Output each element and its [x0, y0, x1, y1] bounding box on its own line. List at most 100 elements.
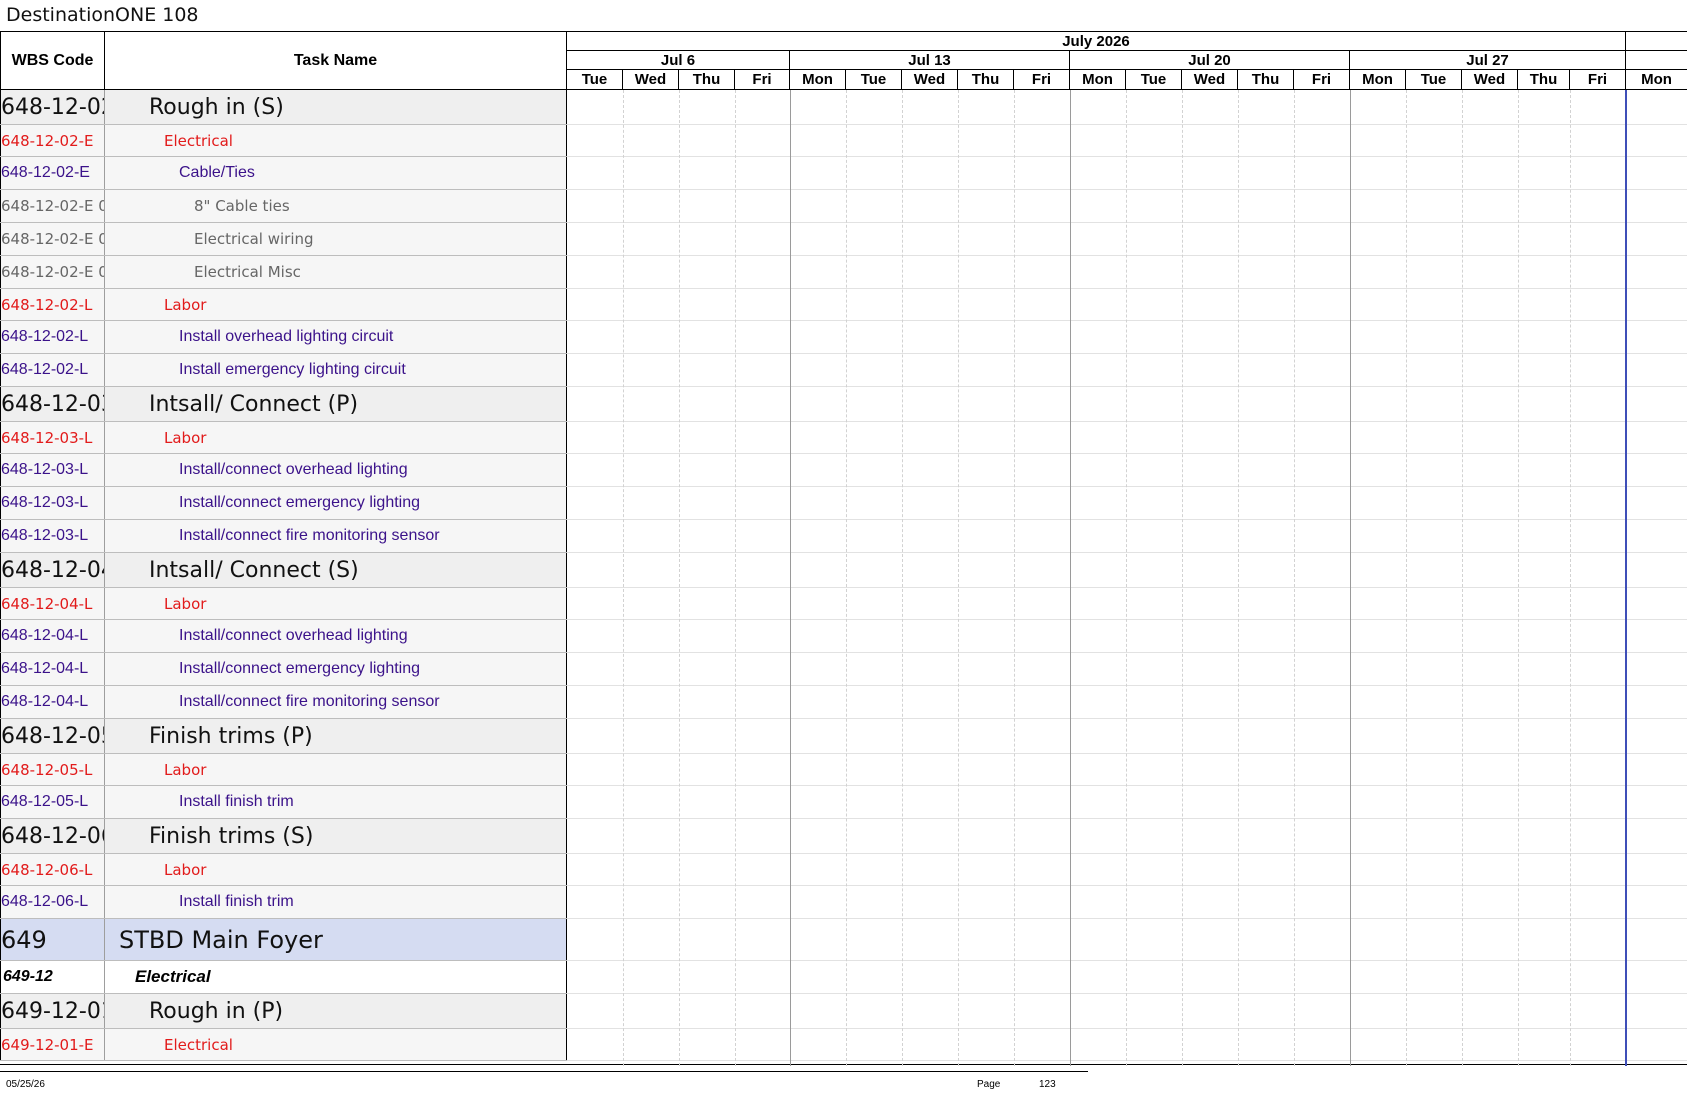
task-name-cell[interactable]: Install/connect fire monitoring sensor [105, 686, 567, 718]
wbs-code-cell[interactable]: 648-12-04 [0, 553, 105, 587]
day-label: Thu [958, 70, 1014, 89]
task-name-cell[interactable]: Finish trims (P) [105, 719, 567, 753]
task-name-cell[interactable]: Install overhead lighting circuit [105, 321, 567, 353]
task-name-cell[interactable]: Install finish trim [105, 886, 567, 918]
task-name-cell[interactable]: Labor [105, 854, 567, 885]
wbs-code-cell[interactable]: 649-12-01-E [0, 1029, 105, 1060]
task-name-cell[interactable]: STBD Main Foyer [105, 919, 567, 960]
task-name-cell[interactable]: Finish trims (S) [105, 819, 567, 853]
timescale-week-tier: Jul 6 Jul 13 Jul 20 Jul 27 [567, 51, 1687, 70]
task-row[interactable]: 648-12-05 Finish trims (P) [0, 719, 567, 754]
wbs-code-cell[interactable]: 648-12-02-L [0, 321, 105, 353]
task-row[interactable]: 648-12-02-L Install emergency lighting ci… [0, 354, 567, 387]
task-name-cell[interactable]: Intsall/ Connect (S) [105, 553, 567, 587]
task-row[interactable]: 648-12-02-L Labor [0, 289, 567, 321]
wbs-code-cell[interactable]: 648-12-03-L [0, 487, 105, 519]
task-row[interactable]: 648-12-03-L Labor [0, 422, 567, 454]
wbs-code-cell[interactable]: 648-12-02 [0, 90, 105, 124]
wbs-code-cell[interactable]: 648-12-05 [0, 719, 105, 753]
task-row[interactable]: 648-12-02-E 0 8" Cable ties [0, 190, 567, 223]
task-row[interactable]: 648-12-03-L Install/connect emergency lig… [0, 487, 567, 520]
task-row[interactable]: 648-12-02-E 0 Electrical wiring [0, 223, 567, 256]
day-label: Thu [1238, 70, 1294, 89]
task-name-cell[interactable]: Install finish trim [105, 786, 567, 818]
wbs-code-cell[interactable]: 648-12-02-L [0, 354, 105, 386]
task-row[interactable]: 648-12-04-L Install/connect emergency lig… [0, 653, 567, 686]
wbs-code-cell[interactable]: 648-12-03-L [0, 520, 105, 552]
wbs-code-cell[interactable]: 648-12-06-L [0, 854, 105, 885]
task-name-cell[interactable]: Electrical wiring [105, 223, 567, 255]
wbs-code-cell[interactable]: 648-12-02-E [0, 125, 105, 156]
task-row[interactable]: 649 STBD Main Foyer [0, 919, 567, 961]
wbs-code-cell[interactable]: 648-12-02-E 0 [0, 223, 105, 255]
wbs-code-cell[interactable]: 649 [0, 919, 105, 960]
task-name-cell[interactable]: Install/connect overhead lighting [105, 620, 567, 652]
wbs-code-cell[interactable]: 648-12-04-L [0, 653, 105, 685]
wbs-code-cell[interactable]: 648-12-06 [0, 819, 105, 853]
wbs-code-cell[interactable]: 648-12-03 [0, 387, 105, 421]
task-row[interactable]: 648-12-06-L Install finish trim [0, 886, 567, 919]
task-name-cell[interactable]: Labor [105, 289, 567, 320]
wbs-code-cell[interactable]: 648-12-02-E [0, 157, 105, 189]
task-row[interactable]: 648-12-02-E Electrical [0, 125, 567, 157]
task-name-column-header[interactable]: Task Name [105, 32, 567, 90]
task-row[interactable]: 648-12-04-L Labor [0, 588, 567, 620]
wbs-code-cell[interactable]: 648-12-02-E 0 [0, 256, 105, 288]
task-row[interactable]: 648-12-05-L Labor [0, 754, 567, 786]
task-row[interactable]: 649-12 Electrical [0, 961, 567, 994]
footer-date: 05/25/26 [6, 1079, 45, 1090]
task-row[interactable]: 648-12-02-L Install overhead lighting cir… [0, 321, 567, 354]
task-name-cell[interactable]: Electrical [105, 1029, 567, 1060]
task-row[interactable]: 648-12-04-L Install/connect overhead ligh… [0, 620, 567, 653]
wbs-code-cell[interactable]: 648-12-04-L [0, 620, 105, 652]
task-row[interactable]: 649-12-01-E Electrical [0, 1029, 567, 1061]
task-row[interactable]: 648-12-06-L Labor [0, 854, 567, 886]
task-name-cell[interactable]: Install/connect emergency lighting [105, 487, 567, 519]
task-name-cell[interactable]: Labor [105, 588, 567, 619]
wbs-code-cell[interactable]: 648-12-02-L [0, 289, 105, 320]
wbs-code-cell[interactable]: 648-12-05-L [0, 754, 105, 785]
day-gridline [735, 90, 736, 1066]
task-name-cell[interactable]: Electrical [105, 961, 567, 993]
task-row[interactable]: 648-12-03-L Install/connect overhead ligh… [0, 454, 567, 487]
task-name-cell[interactable]: Install/connect fire monitoring sensor [105, 520, 567, 552]
wbs-code-cell[interactable]: 648-12-05-L [0, 786, 105, 818]
day-gridline [1238, 90, 1239, 1066]
wbs-code-cell[interactable]: 649-12 [0, 961, 105, 993]
wbs-code-cell[interactable]: 648-12-03-L [0, 454, 105, 486]
day-label: Mon [1350, 70, 1406, 89]
task-name-cell[interactable]: 8" Cable ties [105, 190, 567, 222]
footer-page-label: Page [977, 1079, 1001, 1090]
day-label: Fri [1294, 70, 1350, 89]
task-name-cell[interactable]: Install emergency lighting circuit [105, 354, 567, 386]
task-name-cell[interactable]: Install/connect emergency lighting [105, 653, 567, 685]
task-row[interactable]: 648-12-03 Intsall/ Connect (P) [0, 387, 567, 422]
wbs-code-cell[interactable]: 648-12-02-E 0 [0, 190, 105, 222]
task-row[interactable]: 648-12-02-E Cable/Ties [0, 157, 567, 190]
wbs-code-cell[interactable]: 648-12-03-L [0, 422, 105, 453]
task-name-cell[interactable]: Intsall/ Connect (P) [105, 387, 567, 421]
task-name-cell[interactable]: Install/connect overhead lighting [105, 454, 567, 486]
task-row[interactable]: 648-12-02-E 0 Electrical Misc [0, 256, 567, 289]
wbs-code-cell[interactable]: 648-12-06-L [0, 886, 105, 918]
task-name-cell[interactable]: Labor [105, 422, 567, 453]
wbs-code-cell[interactable]: 648-12-04-L [0, 588, 105, 619]
day-gridline [958, 90, 959, 1066]
task-row[interactable]: 648-12-05-L Install finish trim [0, 786, 567, 819]
task-name-cell[interactable]: Rough in (S) [105, 90, 567, 124]
task-row[interactable]: 649-12-01 Rough in (P) [0, 994, 567, 1029]
wbs-column-header[interactable]: WBS Code [0, 32, 105, 90]
task-row[interactable]: 648-12-04-L Install/connect fire monitori… [0, 686, 567, 719]
task-name-cell[interactable]: Labor [105, 754, 567, 785]
task-name-cell[interactable]: Electrical [105, 125, 567, 156]
wbs-code-cell[interactable]: 648-12-04-L [0, 686, 105, 718]
day-label: Mon [790, 70, 846, 89]
task-row[interactable]: 648-12-06 Finish trims (S) [0, 819, 567, 854]
task-row[interactable]: 648-12-03-L Install/connect fire monitori… [0, 520, 567, 553]
task-row[interactable]: 648-12-02 Rough in (S) [0, 90, 567, 125]
task-row[interactable]: 648-12-04 Intsall/ Connect (S) [0, 553, 567, 588]
task-name-cell[interactable]: Rough in (P) [105, 994, 567, 1028]
task-name-cell[interactable]: Electrical Misc [105, 256, 567, 288]
wbs-code-cell[interactable]: 649-12-01 [0, 994, 105, 1028]
task-name-cell[interactable]: Cable/Ties [105, 157, 567, 189]
